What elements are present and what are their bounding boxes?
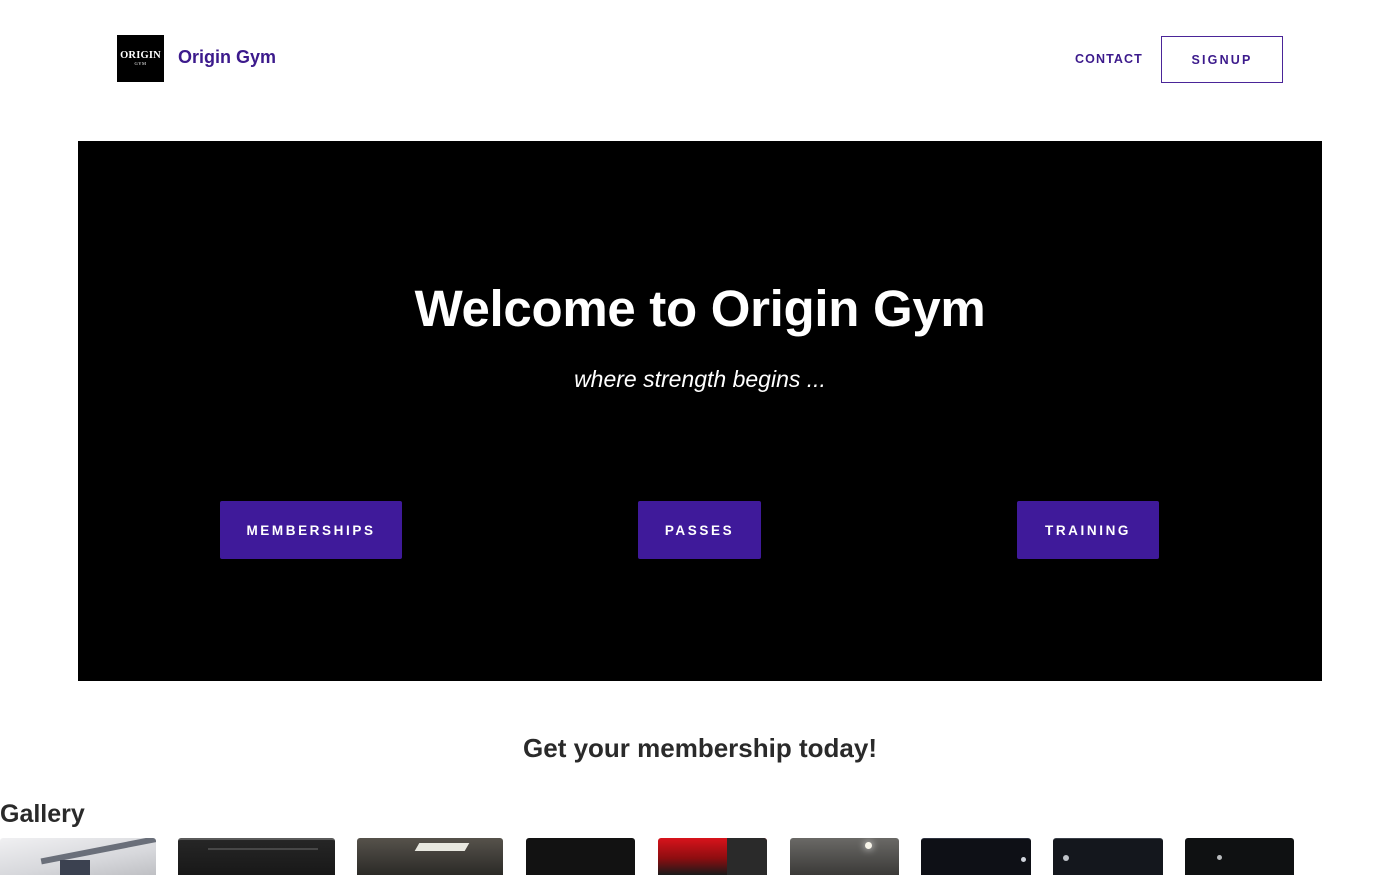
hero-tagline: where strength begins ...	[574, 366, 826, 392]
gallery-thumbnail[interactable]	[357, 838, 503, 875]
site-header: ORIGIN GYM Origin Gym CONTACT SIGNUP	[0, 0, 1400, 118]
thumbnail-photo-detail	[1063, 855, 1069, 861]
thumbnail-photo-detail	[865, 842, 872, 849]
contact-link[interactable]: CONTACT	[1075, 52, 1143, 66]
gallery-thumbnail[interactable]	[0, 838, 156, 875]
thumbnail-photo-detail	[208, 848, 318, 850]
training-button[interactable]: TRAINING	[1017, 501, 1159, 559]
gallery-thumbnail[interactable]	[921, 838, 1031, 875]
gallery-thumbnail[interactable]	[1185, 838, 1294, 875]
passes-button[interactable]: PASSES	[638, 501, 761, 559]
thumbnail-photo-detail	[1021, 857, 1026, 862]
hero-banner: Welcome to Origin Gym where strength beg…	[78, 141, 1322, 681]
signup-button[interactable]: SIGNUP	[1161, 36, 1283, 83]
memberships-button[interactable]: MEMBERSHIPS	[220, 501, 402, 559]
gallery-thumbnail[interactable]	[790, 838, 899, 875]
brand-name-link[interactable]: Origin Gym	[178, 47, 276, 68]
logo-text-origin: ORIGIN	[120, 50, 161, 61]
gallery-thumbnail[interactable]	[526, 838, 635, 875]
thumbnail-photo-detail	[1217, 855, 1222, 860]
gallery-thumbnail[interactable]	[658, 838, 767, 875]
gallery-heading: Gallery	[0, 800, 85, 828]
logo-image[interactable]: ORIGIN GYM	[117, 35, 164, 82]
gallery-thumbnail[interactable]	[178, 838, 335, 875]
thumbnail-photo-detail	[414, 843, 470, 851]
logo-text-gym: GYM	[134, 61, 147, 66]
thumbnail-photo-detail	[60, 860, 90, 875]
thumbnail-photo-detail	[727, 838, 767, 875]
thumbnail-photo-detail	[40, 838, 156, 865]
hero-title: Welcome to Origin Gym	[414, 280, 986, 337]
gallery-thumbnail[interactable]	[1053, 838, 1163, 875]
membership-cta-heading: Get your membership today!	[523, 733, 877, 763]
